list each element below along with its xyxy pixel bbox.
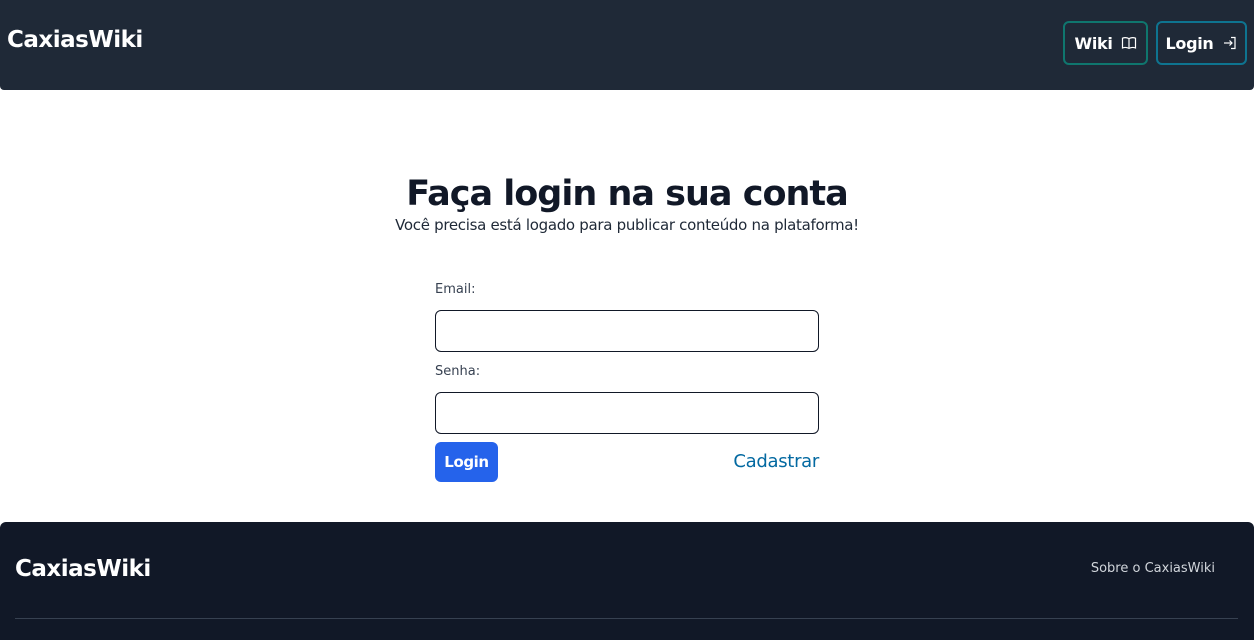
top-navbar: CaxiasWiki Wiki Login [0,0,1254,90]
page-title: Faça login na sua conta [406,174,849,214]
footer-brand-link[interactable]: CaxiasWiki [15,556,151,582]
book-open-icon [1121,37,1136,50]
password-field[interactable] [435,392,819,434]
about-link[interactable]: Sobre o CaxiasWiki [1091,561,1215,576]
wiki-nav-label: Wiki [1074,33,1113,53]
page-subtitle: Você precisa está logado para publicar c… [395,216,859,234]
brand-logo-link[interactable]: CaxiasWiki [7,27,143,53]
login-submit-button[interactable]: Login [435,442,498,482]
login-nav-button[interactable]: Login [1156,21,1247,65]
login-icon [1223,36,1236,50]
wiki-nav-button[interactable]: Wiki [1063,21,1148,65]
password-label: Senha: [435,364,481,379]
email-field[interactable] [435,310,819,352]
login-nav-label: Login [1165,33,1214,53]
footer-divider [15,618,1238,619]
footer: CaxiasWiki Sobre o CaxiasWiki [0,522,1254,640]
register-link[interactable]: Cadastrar [733,451,819,472]
email-label: Email: [435,282,476,297]
